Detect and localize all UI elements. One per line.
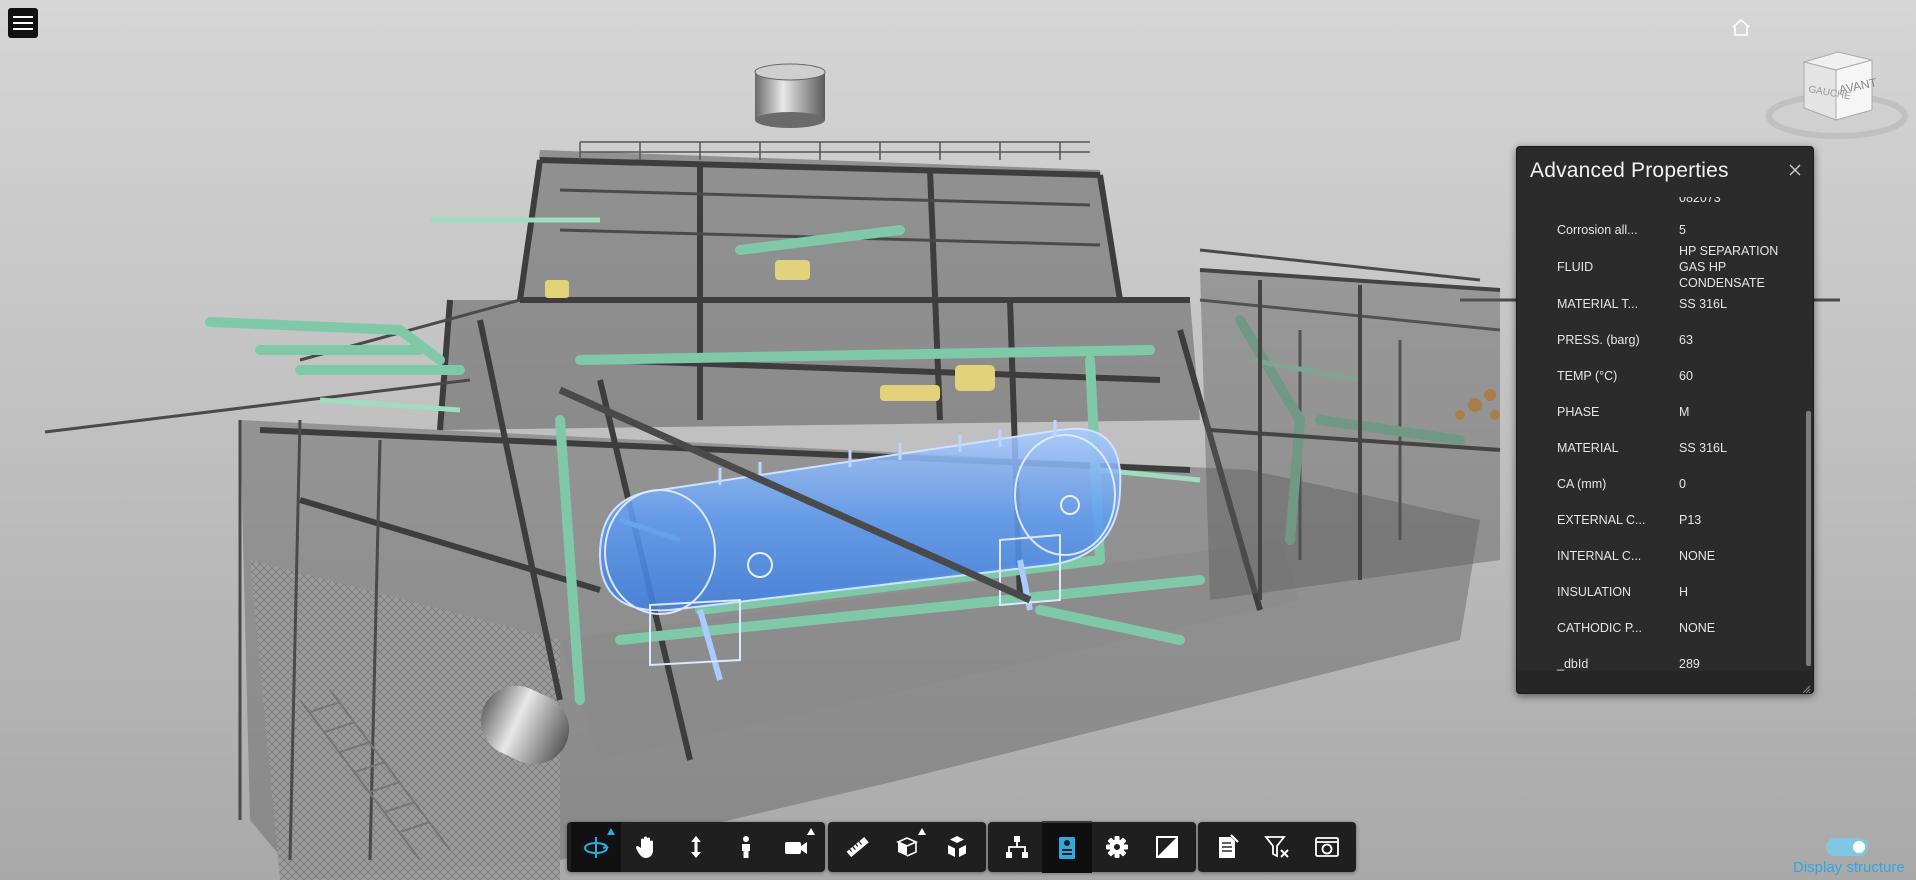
property-value: 082073 — [1679, 197, 1721, 205]
properties-button[interactable] — [1042, 821, 1092, 873]
property-row: FLUID HP SEPARATION GAS HP CONDENSATE — [1517, 244, 1803, 290]
property-value: SS 316L — [1679, 297, 1727, 311]
orbit-button[interactable] — [571, 822, 621, 872]
property-name: MATERIAL — [1557, 441, 1619, 455]
fullscreen-button[interactable] — [1142, 822, 1192, 872]
property-row: CATHODIC P... NONE — [1517, 610, 1803, 646]
properties-list[interactable]: 082073 Corrosion all... 5 FLUID HP SEPAR… — [1517, 197, 1813, 671]
property-name: CATHODIC P... — [1557, 621, 1642, 635]
screenshot-icon — [1315, 837, 1339, 857]
property-row: MATERIAL T... SS 316L — [1517, 286, 1803, 322]
pan-button[interactable] — [621, 822, 671, 872]
model-browser-icon — [1006, 836, 1028, 858]
first-person-icon — [742, 836, 750, 858]
zoom-icon — [691, 836, 701, 858]
fullscreen-icon — [1156, 836, 1178, 858]
property-value: M — [1679, 405, 1690, 419]
property-name: Corrosion all... — [1557, 223, 1638, 237]
resize-grip-icon[interactable] — [1801, 681, 1811, 693]
property-row: CA (mm) 0 — [1517, 466, 1803, 502]
property-name: INSULATION — [1557, 585, 1632, 599]
submenu-indicator-icon — [918, 828, 926, 835]
filter-clear-icon — [1264, 836, 1289, 858]
zoom-button[interactable] — [671, 822, 721, 872]
camera-button[interactable] — [771, 822, 821, 872]
camera-icon — [785, 842, 807, 854]
property-name: CA (mm) — [1557, 477, 1607, 491]
property-row: PRESS. (barg) 63 — [1517, 322, 1803, 358]
toolbar-modeling — [828, 822, 986, 872]
property-row: INTERNAL C... NONE — [1517, 538, 1803, 574]
property-row: PHASE M — [1517, 394, 1803, 430]
pan-icon — [635, 836, 653, 858]
top-tank — [754, 63, 826, 128]
property-value: P13 — [1679, 513, 1702, 527]
toggle-knob — [1853, 841, 1865, 853]
property-row: TEMP (°C) 60 — [1517, 358, 1803, 394]
display-structure-toggle[interactable] — [1826, 838, 1868, 856]
property-name: FLUID — [1557, 260, 1594, 274]
property-value: 289 — [1679, 657, 1700, 671]
property-name: INTERNAL C... — [1557, 549, 1642, 563]
scrollbar-thumb[interactable] — [1806, 411, 1811, 666]
advanced-properties-panel: Advanced Properties 082073 Corrosion all… — [1516, 146, 1814, 694]
section-icon — [896, 837, 918, 857]
panel-header[interactable]: Advanced Properties — [1517, 147, 1813, 197]
settings-button[interactable] — [1092, 822, 1142, 872]
section-button[interactable] — [882, 822, 932, 872]
explode-icon — [948, 836, 966, 857]
close-icon[interactable] — [1787, 162, 1803, 178]
explode-button[interactable] — [932, 822, 982, 872]
property-row: MATERIAL SS 316L — [1517, 430, 1803, 466]
home-icon[interactable] — [1729, 16, 1753, 40]
property-name: PRESS. (barg) — [1557, 333, 1640, 347]
panel-footer — [1517, 671, 1813, 693]
property-name: MATERIAL T... — [1557, 297, 1639, 311]
property-row: _dbId 289 — [1517, 646, 1803, 671]
property-row: EXTERNAL C... P13 — [1517, 502, 1803, 538]
document-icon — [1219, 834, 1239, 858]
property-value: HP SEPARATION GAS HP CONDENSATE — [1679, 244, 1779, 290]
screenshot-button[interactable] — [1302, 822, 1352, 872]
panel-title: Advanced Properties — [1530, 159, 1729, 182]
view-cube[interactable]: GAUCHE AVANT — [1762, 48, 1912, 143]
property-name: _dbId — [1557, 657, 1589, 671]
toolbar-navigation — [567, 822, 825, 872]
clear-filter-button[interactable] — [1252, 822, 1302, 872]
menu-button[interactable] — [8, 8, 38, 38]
property-row: INSULATION H — [1517, 574, 1803, 610]
property-value: 63 — [1679, 333, 1693, 347]
document-button[interactable] — [1202, 822, 1252, 872]
first-person-button[interactable] — [721, 822, 771, 872]
submenu-indicator-icon — [607, 828, 615, 835]
property-value: 0 — [1679, 477, 1686, 491]
property-name: TEMP (°C) — [1557, 369, 1618, 383]
property-row: 082073 — [1517, 197, 1803, 212]
property-value: H — [1679, 585, 1689, 599]
property-value: SS 316L — [1679, 441, 1727, 455]
submenu-indicator-icon — [807, 828, 815, 835]
model-browser-button[interactable] — [992, 822, 1042, 872]
property-name: EXTERNAL C... — [1557, 513, 1646, 527]
property-name: PHASE — [1557, 405, 1600, 419]
settings-icon — [1106, 836, 1128, 858]
property-value: 5 — [1679, 223, 1686, 237]
orbit-icon — [584, 837, 609, 858]
toolbar-panels — [988, 821, 1196, 873]
right-module — [1200, 270, 1500, 600]
property-value: NONE — [1679, 621, 1716, 635]
properties-icon — [1059, 837, 1075, 859]
measure-button[interactable] — [832, 822, 882, 872]
toolbar-extensions — [1198, 822, 1356, 872]
measure-icon — [846, 836, 869, 858]
property-value: 60 — [1679, 369, 1693, 383]
display-structure-label: Display structure — [1793, 859, 1905, 876]
property-value: NONE — [1679, 549, 1716, 563]
